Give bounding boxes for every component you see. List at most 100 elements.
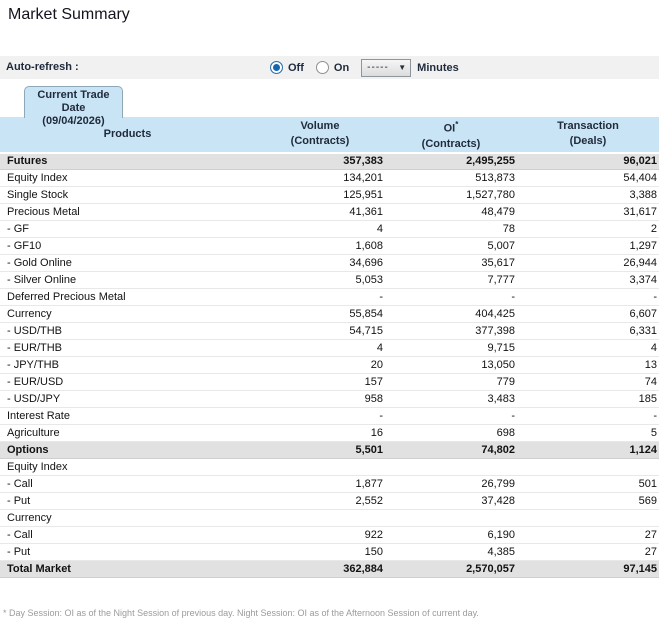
header-volume-line1: Volume	[255, 119, 385, 134]
cell-deals: 2	[517, 221, 659, 238]
cell-volume: 2,552	[255, 493, 385, 510]
cell-label: Equity Index	[0, 459, 255, 476]
cell-deals: 4	[517, 340, 659, 357]
cell-deals	[517, 459, 659, 476]
cell-volume: 4	[255, 221, 385, 238]
cell-volume: 922	[255, 527, 385, 544]
cell-oi	[385, 459, 517, 476]
cell-deals: 27	[517, 527, 659, 544]
cell-label: Total Market	[0, 561, 255, 578]
cell-volume: -	[255, 289, 385, 306]
table-row: Equity Index	[0, 459, 659, 476]
cell-deals: 74	[517, 374, 659, 391]
cell-oi: 26,799	[385, 476, 517, 493]
header-transaction: Transaction (Deals)	[517, 117, 659, 153]
cell-label: - EUR/USD	[0, 374, 255, 391]
cell-volume: 134,201	[255, 170, 385, 187]
cell-deals: 569	[517, 493, 659, 510]
table-row: - USD/THB54,715377,3986,331	[0, 323, 659, 340]
cell-label: Interest Rate	[0, 408, 255, 425]
cell-label: - GF	[0, 221, 255, 238]
cell-label: - JPY/THB	[0, 357, 255, 374]
cell-label: Single Stock	[0, 187, 255, 204]
auto-refresh-off-radio[interactable]	[270, 61, 283, 74]
header-oi-line1: OI*	[385, 117, 517, 137]
auto-refresh-bar: Auto-refresh : Off On ----- ▼ Minutes	[0, 56, 659, 79]
cell-oi: 37,428	[385, 493, 517, 510]
cell-volume: -	[255, 408, 385, 425]
cell-volume	[255, 459, 385, 476]
table-row: - Put1504,38527	[0, 544, 659, 561]
table-row: - EUR/THB49,7154	[0, 340, 659, 357]
cell-oi: 78	[385, 221, 517, 238]
cell-deals: 1,124	[517, 442, 659, 459]
cell-deals: 96,021	[517, 153, 659, 170]
table-row: Currency55,854404,4256,607	[0, 306, 659, 323]
cell-volume: 20	[255, 357, 385, 374]
table-row: - Gold Online34,69635,61726,944	[0, 255, 659, 272]
cell-volume: 5,053	[255, 272, 385, 289]
cell-deals: 3,388	[517, 187, 659, 204]
cell-deals: 27	[517, 544, 659, 561]
cell-volume: 150	[255, 544, 385, 561]
cell-oi: 513,873	[385, 170, 517, 187]
cell-label: - EUR/THB	[0, 340, 255, 357]
cell-oi: 9,715	[385, 340, 517, 357]
footnote: * Day Session: OI as of the Night Sessio…	[3, 608, 479, 618]
header-volume: Volume (Contracts)	[255, 117, 385, 153]
header-transaction-line2: (Deals)	[517, 134, 659, 149]
cell-deals: 6,607	[517, 306, 659, 323]
cell-deals: 13	[517, 357, 659, 374]
table-row: Deferred Precious Metal---	[0, 289, 659, 306]
table-row: Currency	[0, 510, 659, 527]
cell-volume: 5,501	[255, 442, 385, 459]
table-row: - Call1,87726,799501	[0, 476, 659, 493]
auto-refresh-controls: Off On ----- ▼ Minutes	[270, 56, 459, 79]
cell-label: - Put	[0, 544, 255, 561]
cell-deals: 97,145	[517, 561, 659, 578]
header-oi-line2: (Contracts)	[385, 137, 517, 152]
cell-oi: -	[385, 289, 517, 306]
cell-deals: -	[517, 289, 659, 306]
table-row: Interest Rate---	[0, 408, 659, 425]
cell-deals: 26,944	[517, 255, 659, 272]
auto-refresh-label: Auto-refresh :	[6, 61, 79, 73]
cell-volume: 16	[255, 425, 385, 442]
table-row: - GF4782	[0, 221, 659, 238]
header-transaction-line1: Transaction	[517, 119, 659, 134]
table-row: - GF101,6085,0071,297	[0, 238, 659, 255]
cell-oi: 2,495,255	[385, 153, 517, 170]
cell-volume: 55,854	[255, 306, 385, 323]
cell-label: Precious Metal	[0, 204, 255, 221]
cell-deals: 1,297	[517, 238, 659, 255]
section-row: Options5,50174,8021,124	[0, 442, 659, 459]
cell-deals: 31,617	[517, 204, 659, 221]
section-row: Futures357,3832,495,25596,021	[0, 153, 659, 170]
cell-volume: 157	[255, 374, 385, 391]
cell-volume: 1,877	[255, 476, 385, 493]
table-row: Equity Index134,201513,87354,404	[0, 170, 659, 187]
tab-current-trade-date[interactable]: Current Trade Date (09/04/2026)	[24, 86, 123, 118]
cell-label: Currency	[0, 306, 255, 323]
cell-deals: -	[517, 408, 659, 425]
table-row: Single Stock125,9511,527,7803,388	[0, 187, 659, 204]
cell-oi: 7,777	[385, 272, 517, 289]
cell-volume: 54,715	[255, 323, 385, 340]
cell-label: - Call	[0, 527, 255, 544]
cell-oi: 779	[385, 374, 517, 391]
header-oi: OI* (Contracts)	[385, 117, 517, 153]
cell-deals	[517, 510, 659, 527]
table-row: - EUR/USD15777974	[0, 374, 659, 391]
tab-date: (09/04/2026)	[25, 115, 122, 128]
cell-volume: 125,951	[255, 187, 385, 204]
cell-label: - Call	[0, 476, 255, 493]
market-summary-table: Products Volume (Contracts) OI* (Contrac…	[0, 117, 659, 578]
cell-label: Equity Index	[0, 170, 255, 187]
cell-deals: 185	[517, 391, 659, 408]
table-row: Agriculture166985	[0, 425, 659, 442]
auto-refresh-on-label: On	[334, 62, 349, 74]
cell-label: - Silver Online	[0, 272, 255, 289]
cell-oi: -	[385, 408, 517, 425]
auto-refresh-on-radio[interactable]	[316, 61, 329, 74]
minutes-select[interactable]: ----- ▼	[361, 59, 411, 77]
